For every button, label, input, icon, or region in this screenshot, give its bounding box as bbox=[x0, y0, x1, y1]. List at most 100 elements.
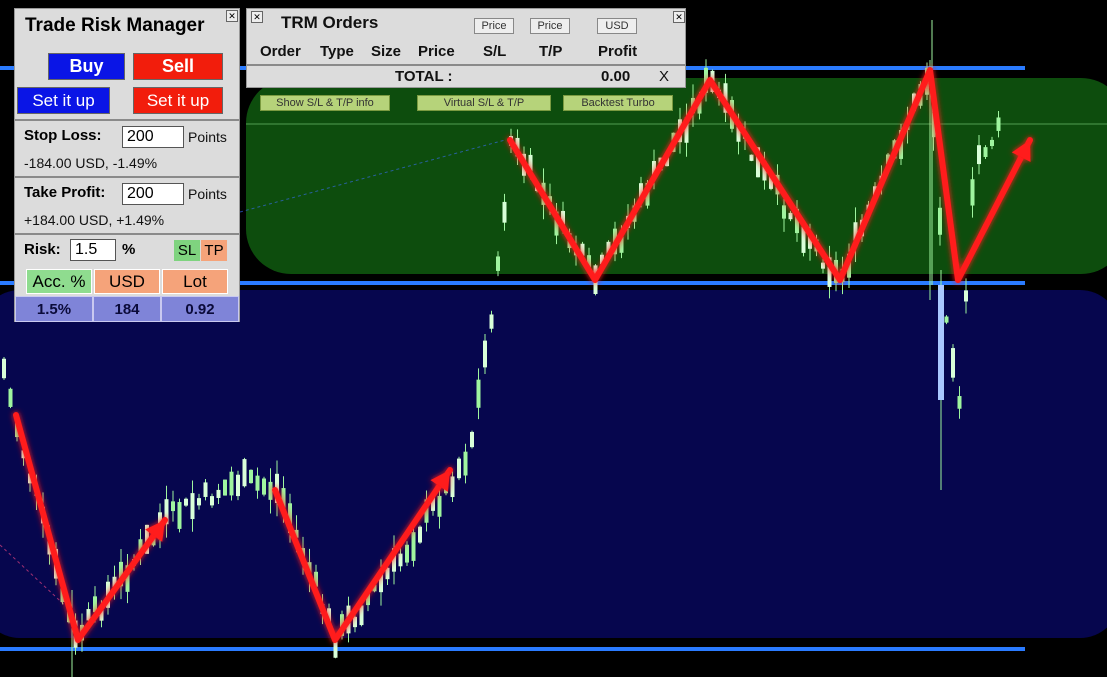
col-profit: Profit bbox=[598, 43, 638, 60]
virtual-sl-tp-button[interactable]: Virtual S/L & T/P bbox=[417, 95, 551, 111]
candle-body bbox=[938, 285, 944, 400]
candle-body bbox=[502, 201, 507, 223]
candle-body bbox=[457, 458, 461, 479]
value-lot: 0.92 bbox=[161, 296, 239, 322]
total-label: TOTAL : bbox=[395, 68, 453, 85]
candle-body bbox=[398, 553, 403, 567]
candle-body bbox=[190, 493, 195, 520]
candle-body bbox=[197, 498, 201, 506]
close-icon[interactable]: ✕ bbox=[673, 11, 685, 23]
stop-loss-unit: Points bbox=[188, 129, 227, 145]
candle-body bbox=[268, 481, 273, 500]
candle-body bbox=[996, 117, 1001, 131]
col-type: Type bbox=[320, 43, 354, 60]
candle-body bbox=[463, 451, 468, 476]
sell-button[interactable]: Sell bbox=[133, 53, 223, 80]
candle-body bbox=[262, 478, 266, 495]
panel-title: Trade Risk Manager bbox=[25, 15, 205, 36]
take-profit-unit: Points bbox=[188, 186, 227, 202]
take-profit-summary: +184.00 USD, +1.49% bbox=[24, 212, 165, 228]
candle-body bbox=[749, 154, 754, 161]
candle-body bbox=[177, 502, 182, 529]
candle-body bbox=[2, 358, 6, 379]
candle-body bbox=[489, 314, 494, 329]
divider bbox=[15, 119, 239, 121]
candle-body bbox=[957, 396, 962, 409]
sl-toggle[interactable]: SL bbox=[174, 240, 200, 261]
show-sl-tp-info-button[interactable]: Show S/L & T/P info bbox=[260, 95, 390, 111]
setup-buy-button[interactable]: Set it up bbox=[17, 87, 110, 114]
candle-body bbox=[242, 459, 247, 487]
usd-toggle-button[interactable]: USD bbox=[597, 18, 637, 34]
candle-body bbox=[496, 256, 500, 271]
divider bbox=[247, 64, 685, 66]
tp-toggle[interactable]: TP bbox=[201, 240, 227, 261]
divider bbox=[15, 176, 239, 178]
orders-header: ✕ TRM Orders Price Price USD ✕ Order Typ… bbox=[246, 8, 686, 88]
tab-usd[interactable]: USD bbox=[94, 269, 160, 294]
candle-body bbox=[203, 482, 208, 497]
risk-label: Risk: bbox=[24, 241, 61, 258]
candle-body bbox=[483, 340, 487, 368]
candle-body bbox=[418, 526, 422, 543]
candle-body bbox=[821, 262, 825, 269]
col-order: Order bbox=[260, 43, 301, 60]
candle-body bbox=[171, 501, 175, 512]
stop-loss-label: Stop Loss: bbox=[24, 127, 102, 144]
candle-body bbox=[938, 207, 942, 235]
orders-title: TRM Orders bbox=[281, 13, 379, 32]
trade-risk-manager-panel: Trade Risk Manager ✕ Buy Sell Set it up … bbox=[14, 8, 240, 322]
tab-lot[interactable]: Lot bbox=[162, 269, 228, 294]
stop-loss-summary: -184.00 USD, -1.49% bbox=[24, 155, 158, 171]
candle-body bbox=[977, 145, 981, 165]
value-acc-percent: 1.5% bbox=[15, 296, 93, 322]
candle-body bbox=[983, 147, 988, 157]
close-icon[interactable]: ✕ bbox=[226, 10, 238, 22]
candle-body bbox=[788, 212, 793, 220]
candle-body bbox=[249, 469, 253, 484]
candle-body bbox=[229, 471, 234, 496]
candle-body bbox=[951, 348, 955, 378]
col-tp: T/P bbox=[539, 43, 563, 60]
divider bbox=[15, 233, 239, 235]
candle-body bbox=[476, 379, 481, 408]
price-toggle-button[interactable]: Price bbox=[474, 18, 514, 34]
risk-input[interactable]: 1.5 bbox=[70, 239, 116, 261]
setup-sell-button[interactable]: Set it up bbox=[133, 87, 223, 114]
candle-body bbox=[255, 475, 260, 491]
price-toggle-button-2[interactable]: Price bbox=[530, 18, 570, 34]
candle-body bbox=[944, 316, 949, 323]
candle-body bbox=[437, 495, 442, 517]
candle-body bbox=[359, 605, 364, 626]
risk-unit: % bbox=[122, 241, 136, 258]
window-close-icon[interactable]: ✕ bbox=[251, 11, 263, 23]
candle-body bbox=[964, 290, 968, 302]
candle-body bbox=[216, 489, 221, 498]
candle-body bbox=[782, 205, 786, 219]
value-usd: 184 bbox=[93, 296, 161, 322]
candle-body bbox=[353, 616, 357, 628]
candle-body bbox=[990, 139, 994, 147]
close-all-button[interactable]: X bbox=[659, 68, 669, 85]
candle-body bbox=[405, 544, 409, 563]
candle-body bbox=[223, 479, 227, 496]
col-price: Price bbox=[418, 43, 455, 60]
take-profit-label: Take Profit: bbox=[24, 184, 106, 201]
candle-body bbox=[970, 179, 975, 206]
take-profit-input[interactable]: 200 bbox=[122, 183, 184, 205]
candle-body bbox=[184, 498, 188, 506]
buy-button[interactable]: Buy bbox=[48, 53, 125, 80]
candle-body bbox=[411, 532, 416, 561]
total-value: 0.00 bbox=[601, 68, 631, 85]
candle-body bbox=[470, 431, 474, 448]
col-size: Size bbox=[371, 43, 402, 60]
tab-acc-percent[interactable]: Acc. % bbox=[26, 269, 92, 294]
stop-loss-input[interactable]: 200 bbox=[122, 126, 184, 148]
col-sl: S/L bbox=[483, 43, 507, 60]
trm-orders-panel: ✕ TRM Orders Price Price USD ✕ Order Typ… bbox=[246, 8, 686, 112]
backtest-turbo-button[interactable]: Backtest Turbo bbox=[563, 95, 673, 111]
candle-body bbox=[450, 476, 455, 498]
candle-body bbox=[8, 388, 13, 407]
candle-body bbox=[236, 474, 240, 497]
candle-body bbox=[210, 496, 214, 506]
